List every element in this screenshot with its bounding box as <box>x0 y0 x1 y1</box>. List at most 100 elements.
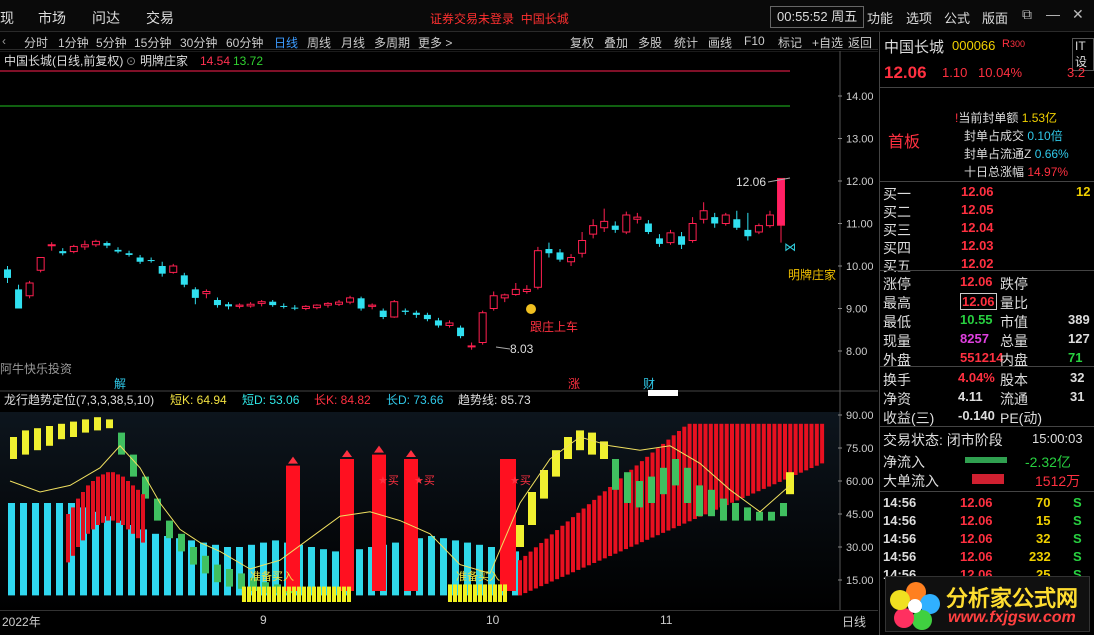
period-tab-15min[interactable]: 15分钟 <box>134 34 171 51</box>
tool-restore-rights[interactable]: 复权 <box>570 34 594 51</box>
tool-add-watch[interactable]: +自选 <box>812 34 843 51</box>
short-k-bar <box>516 525 524 547</box>
candle-body <box>556 252 564 260</box>
indicator-chart[interactable]: 90.00 75.00 60.00 45.00 30.00 15.00 龙行趋势定位(7,… <box>0 390 878 612</box>
quote-name: 中国长城 <box>884 39 945 56</box>
indicator-long-d: 长D: 73.66 <box>386 393 444 407</box>
tick-time: 14:56 <box>883 531 917 546</box>
kline-chart[interactable]: 14.00 13.00 12.00 11.00 10.00 9.00 8.00 中国长城(日… <box>0 51 878 390</box>
date-label-sep: 9 <box>260 613 267 627</box>
restore-icon[interactable]: ⧉ <box>1022 6 1032 23</box>
y-tick-label: 12.00 <box>846 176 874 188</box>
candle-body <box>445 322 454 327</box>
date-label-year: 2022年 <box>2 615 41 629</box>
indicator-y-tick: 45.00 <box>846 509 874 521</box>
menu-layout[interactable]: 版面 <box>982 8 1008 27</box>
tick-volume: 15 <box>1036 513 1051 528</box>
period-tab-60min[interactable]: 60分钟 <box>226 34 263 51</box>
candle-body <box>103 243 111 246</box>
short-k-bar <box>214 564 221 583</box>
short-k-bar <box>238 573 245 589</box>
fund-label-2: 流通 <box>1000 391 1028 407</box>
short-d-bar <box>392 542 399 596</box>
bottom-bar <box>312 586 316 602</box>
logo-url: www.fxjgsw.com <box>948 609 1076 626</box>
y-tick-label: 11.00 <box>846 219 873 231</box>
minimize-icon[interactable]: — <box>1046 6 1060 22</box>
tool-f10[interactable]: F10 <box>744 34 765 48</box>
short-d-bar <box>164 536 171 596</box>
candle-body <box>91 240 100 246</box>
long-k-bar <box>783 423 787 480</box>
bottom-bar <box>463 584 467 602</box>
bid-level-label: 买一 <box>883 186 911 202</box>
tick-volume: 70 <box>1036 495 1051 510</box>
menu-options[interactable]: 选项 <box>906 8 932 27</box>
tool-stats[interactable]: 统计 <box>674 34 698 51</box>
menu-item-ask[interactable]: 问达 <box>92 8 120 28</box>
stat-value: 12.06 <box>960 274 993 289</box>
short-k-bar <box>528 492 536 525</box>
fund-value-2: 31 <box>1070 389 1085 404</box>
date-axis-period[interactable]: 日线 <box>842 613 866 630</box>
period-tab-monthly[interactable]: 月线 <box>341 34 365 51</box>
long-k-bar <box>523 555 528 594</box>
butterfly-icon: ⋈ <box>784 240 796 254</box>
period-tab-weekly[interactable]: 周线 <box>307 34 331 51</box>
menu-item-market[interactable]: 市场 <box>38 8 66 28</box>
login-alert[interactable]: 证券交易未登录 中国长城 <box>430 10 569 27</box>
stat-label: 涨停 <box>883 276 911 292</box>
bid-level-volume: 12 <box>1076 184 1091 199</box>
candle-body <box>312 304 321 309</box>
period-tab-1min[interactable]: 1分钟 <box>58 34 89 51</box>
candle-body <box>147 260 155 262</box>
long-k-bar <box>136 489 140 539</box>
buy-star-1: ★买 <box>378 474 399 487</box>
menu-function[interactable]: 功能 <box>867 8 893 27</box>
stat-label-2: 内盘 <box>1000 352 1028 368</box>
candle-body <box>114 249 122 252</box>
tool-multi-stock[interactable]: 多股 <box>638 34 662 51</box>
candle-body <box>169 265 178 273</box>
tool-back[interactable]: 返回 <box>848 34 872 51</box>
period-tab-5min[interactable]: 5分钟 <box>96 34 127 51</box>
candle-body <box>666 232 675 244</box>
close-icon[interactable]: ✕ <box>1072 6 1084 23</box>
menu-item-view[interactable]: 现 <box>0 8 14 28</box>
period-tab-timeshare[interactable]: 分时 <box>24 34 48 51</box>
menu-item-trade[interactable]: 交易 <box>146 8 174 28</box>
big-inflow-value: 1512万 <box>1035 473 1081 489</box>
candle-body <box>644 223 652 232</box>
long-k-bar <box>76 498 80 547</box>
period-tab-daily[interactable]: 日线 <box>274 34 298 51</box>
short-d-bar <box>720 498 727 521</box>
bottom-bar <box>302 586 306 602</box>
candle-body <box>379 310 387 317</box>
menu-formula[interactable]: 公式 <box>944 8 970 27</box>
tool-overlay[interactable]: 叠加 <box>604 34 628 51</box>
short-k-bar <box>106 419 113 429</box>
tool-draw[interactable]: 画线 <box>708 34 732 51</box>
long-k-bar <box>592 499 597 563</box>
short-k-bar <box>178 533 185 552</box>
period-toolbar: ‹ 分时 1分钟 5分钟 15分钟 30分钟 60分钟 日线 周线 月线 多周期… <box>0 32 878 50</box>
short-k-bar <box>82 419 89 433</box>
period-tab-more[interactable]: 更多 > <box>418 34 452 51</box>
y-tick-label: 8.00 <box>846 346 867 358</box>
period-tab-30min[interactable]: 30分钟 <box>180 34 217 51</box>
candle-body <box>412 312 420 315</box>
indicator-short-d: 短D: 53.06 <box>242 393 300 407</box>
quote-price: 12.06 <box>884 63 927 82</box>
period-tab-multi[interactable]: 多周期 <box>374 34 410 51</box>
toolbar-left-arrow-icon[interactable]: ‹ <box>2 34 6 48</box>
long-k-bar <box>131 485 135 534</box>
trade-state: 交易状态: 闭市阶段 <box>883 432 1003 448</box>
fund-value: 4.11 <box>958 389 983 404</box>
long-k-bar <box>761 423 766 489</box>
short-k-bar <box>10 437 17 459</box>
short-d-bar <box>696 485 703 517</box>
tool-mark[interactable]: 标记 <box>778 34 802 51</box>
quote-extra: 3.2 <box>1067 65 1086 80</box>
tick-price: 12.06 <box>960 495 993 510</box>
candle-body <box>158 266 166 274</box>
